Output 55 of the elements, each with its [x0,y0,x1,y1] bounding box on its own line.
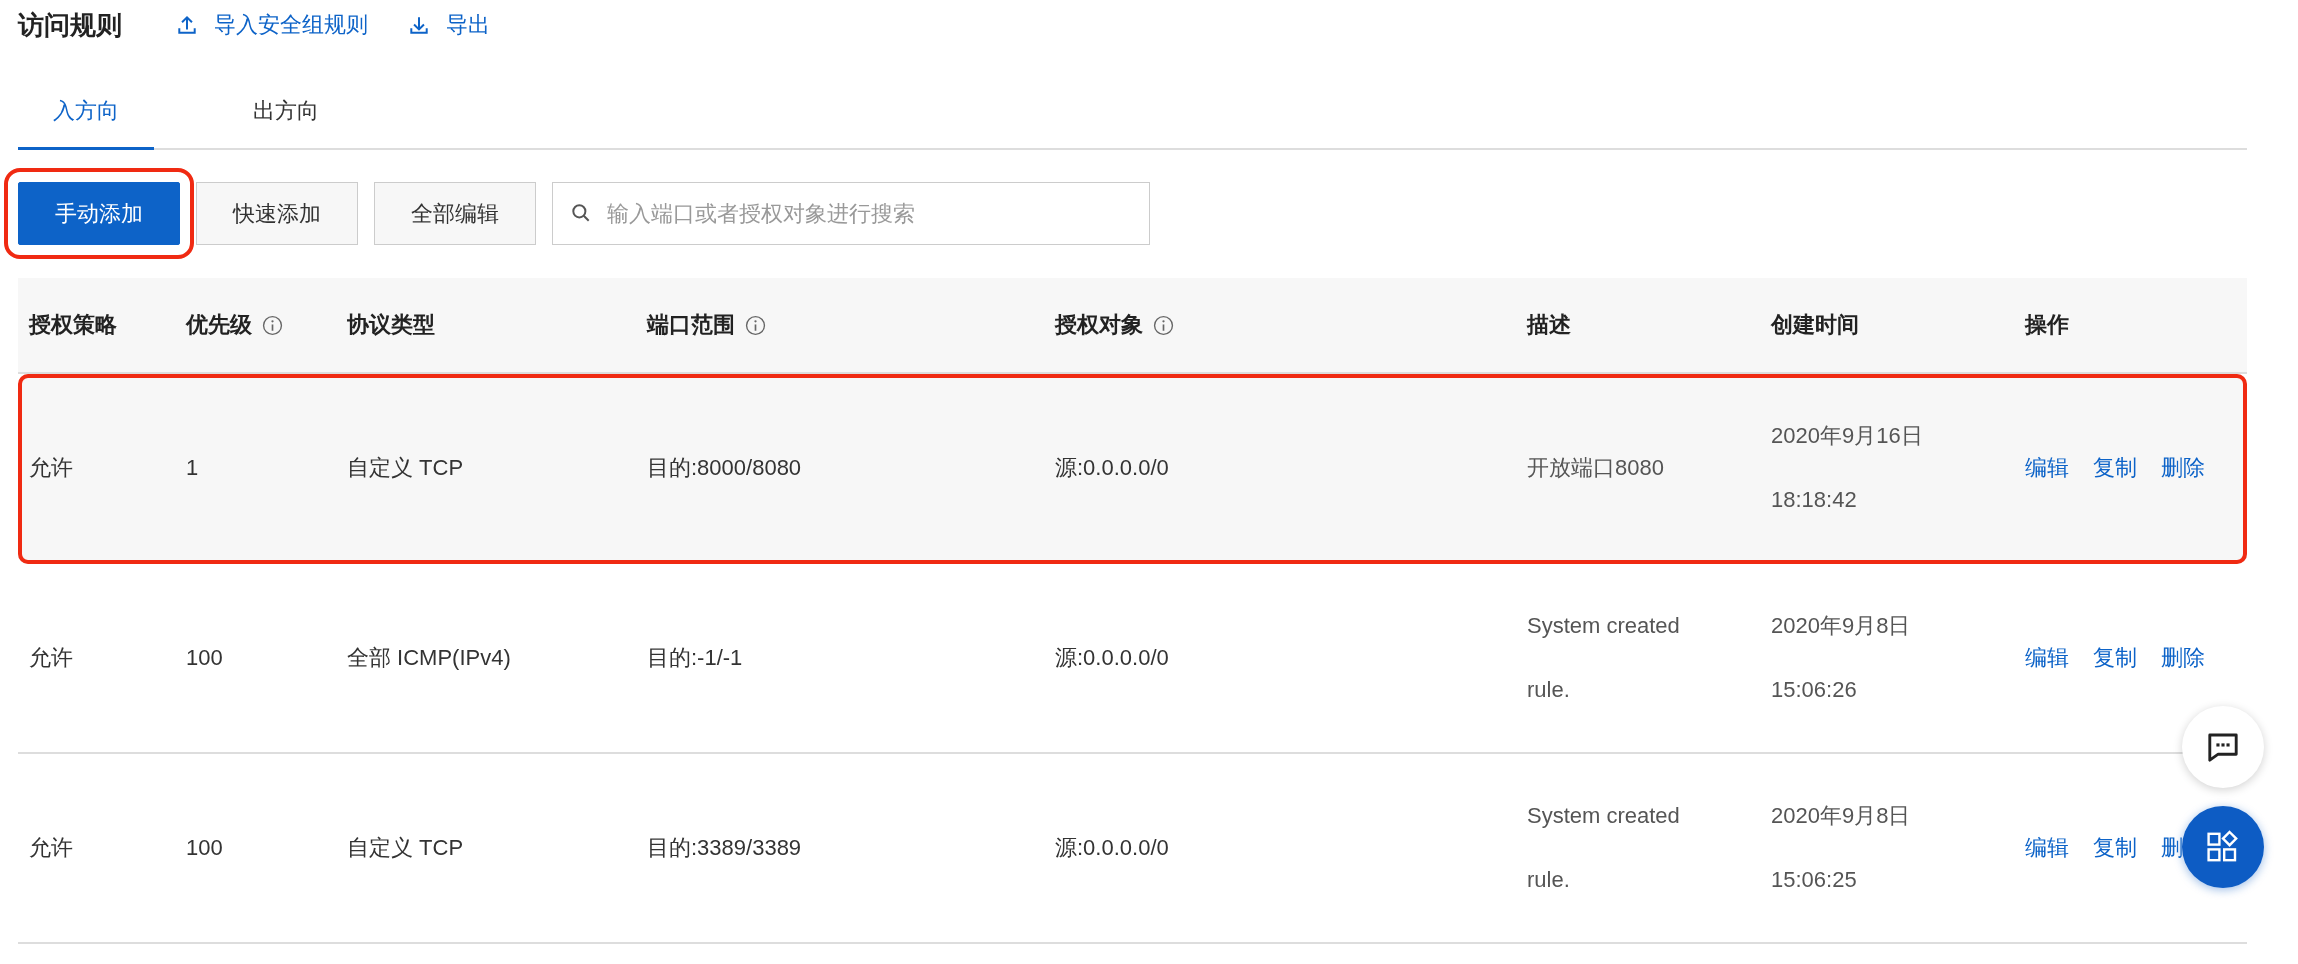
table-cell-text: 目的:3389/3389 [647,834,802,862]
header-link[interactable]: 导出 [408,10,490,40]
column-header: 授权对象 [1055,311,1143,339]
info-icon[interactable] [262,314,283,336]
table-cell-text: 2020年9月8日 15:06:25 [1771,802,1912,894]
table-cell-text: 自定义 TCP [347,454,464,482]
row-action-link[interactable]: 复制 [2093,626,2137,690]
download-icon [408,14,430,36]
table-cell-text: 允许 [29,834,73,862]
tab[interactable]: 入方向 [18,74,154,150]
column-header: 创建时间 [1771,311,1859,339]
upload-icon [176,14,198,36]
row-action-link[interactable]: 编辑 [2025,626,2069,690]
row-action-link[interactable]: 复制 [2093,436,2137,500]
table-cell-text: 目的:8000/8080 [647,454,802,482]
table-cell-text: 1 [186,454,199,482]
search-icon [570,202,592,224]
add-button[interactable]: 手动添加 [18,182,180,245]
column-header: 操作 [2025,311,2069,339]
chat-button[interactable] [2182,706,2264,788]
table-cell-text: System created rule. [1527,802,1681,894]
row-action-link[interactable]: 删除 [2161,436,2205,500]
info-icon[interactable] [1153,314,1174,336]
add-button[interactable]: 快速添加 [196,182,358,245]
table-cell-text: 允许 [29,644,73,672]
column-header: 描述 [1527,311,1571,339]
table-cell-text: System created rule. [1527,612,1681,704]
table-cell-text: 源:0.0.0.0/0 [1055,454,1169,482]
apps-button[interactable] [2182,806,2264,888]
column-header: 优先级 [186,311,252,339]
header-link[interactable]: 导入安全组规则 [176,10,368,40]
tab[interactable]: 出方向 [218,74,354,150]
row-action-link[interactable]: 删除 [2161,626,2205,690]
table-cell-text: 2020年9月8日 15:06:26 [1771,612,1912,704]
row-action-link[interactable]: 删 [2161,816,2183,880]
row-action-link[interactable]: 编辑 [2025,816,2069,880]
section-title: 访问规则 [18,8,122,42]
table-cell-text: 源:0.0.0.0/0 [1055,834,1169,862]
column-header: 端口范围 [647,311,735,339]
table-cell-text: 全部 ICMP(IPv4) [347,644,511,672]
row-action-link[interactable]: 复制 [2093,816,2137,880]
table-cell-text: 自定义 TCP [347,834,464,862]
table-cell-text: 100 [186,834,223,862]
row-action-link[interactable]: 编辑 [2025,436,2069,500]
column-header: 协议类型 [347,311,435,339]
search-field[interactable]: 输入端口或者授权对象进行搜索 [552,182,1150,245]
table-cell-text: 源:0.0.0.0/0 [1055,644,1169,672]
table-cell-text: 100 [186,644,223,672]
table-cell-text: 开放端口8080 [1527,454,1664,482]
table-cell-text: 2020年9月16日 18:18:42 [1771,422,1924,514]
column-header: 授权策略 [29,311,117,339]
table-cell-text: 允许 [29,454,73,482]
add-button[interactable]: 全部编辑 [374,182,536,245]
table-cell-text: 目的:-1/-1 [647,644,743,672]
info-icon[interactable] [745,314,766,336]
